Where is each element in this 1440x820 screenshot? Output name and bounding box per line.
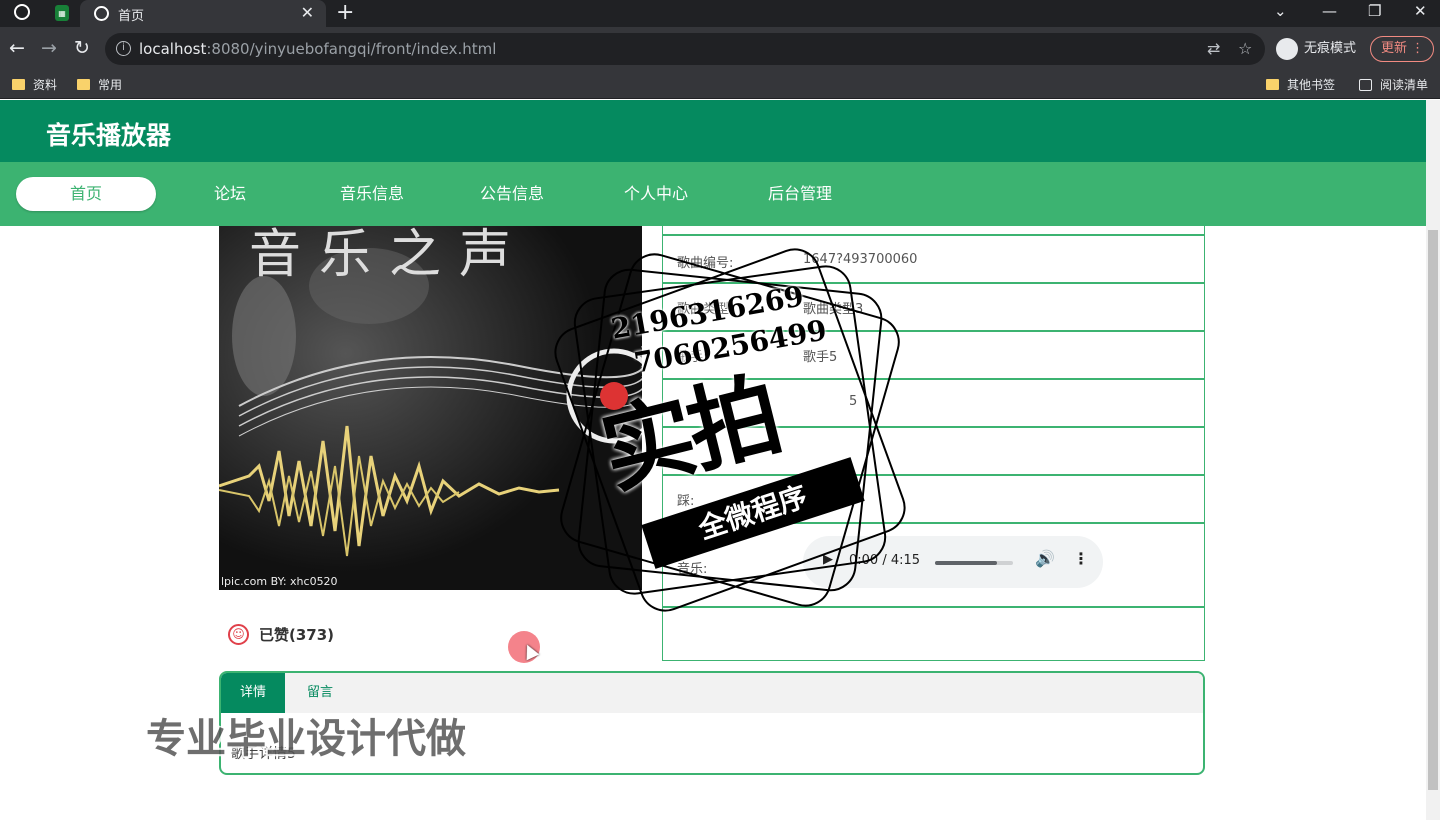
audio-player[interactable]: ▶ 0:00 / 4:15 🔊 ⋮ — [803, 536, 1103, 588]
folder-icon — [1266, 79, 1279, 90]
browser-toolbar: ← → ↻ i localhost:8080/yinyuebofangqi/fr… — [0, 27, 1440, 71]
detail-label: 歌曲编号: — [677, 256, 734, 271]
volume-icon[interactable]: 🔊 — [1035, 549, 1055, 568]
globe-icon[interactable] — [14, 4, 30, 20]
reading-list-icon — [1359, 78, 1372, 91]
minimize-button[interactable]: — — [1322, 2, 1337, 20]
folder-icon — [12, 79, 25, 90]
incognito-icon — [1276, 37, 1298, 60]
star-icon[interactable]: ☆ — [1238, 39, 1252, 58]
scrollbar-thumb[interactable] — [1428, 230, 1438, 790]
audio-time: 0:00 / 4:15 — [849, 553, 921, 568]
close-icon[interactable]: ✕ — [301, 3, 314, 22]
song-cover-image: 音乐之声 lpic.com BY: xhc0520 — [219, 226, 642, 590]
volume-fill — [935, 561, 998, 565]
like-count: 已赞(373) — [259, 626, 335, 644]
browser-tab[interactable]: 首页 ✕ — [80, 0, 326, 27]
forward-button[interactable]: → — [41, 37, 57, 59]
detail-value: 歌曲类型3 — [803, 302, 864, 317]
bookmark-folder[interactable]: 常用 — [77, 76, 122, 93]
incognito-indicator[interactable]: 无痕模式 — [1276, 37, 1356, 60]
bookmarks-bar: 资料 常用 其他书签 阅读清单 — [0, 71, 1440, 99]
detail-value: 1647?493700060 — [803, 252, 918, 267]
nav-forum[interactable]: 论坛 — [190, 177, 270, 211]
volume-slider[interactable] — [935, 561, 1013, 565]
nav-personal-center[interactable]: 个人中心 — [611, 177, 701, 211]
smiley-icon: ☺ — [228, 624, 249, 645]
page-scrollbar[interactable] — [1426, 100, 1440, 820]
site-title: 音乐播放器 — [46, 121, 172, 150]
sheets-icon[interactable]: ▦ — [55, 5, 69, 21]
bookmark-folder[interactable]: 资料 — [12, 76, 57, 93]
back-button[interactable]: ← — [9, 37, 25, 59]
new-tab-button[interactable]: + — [336, 1, 354, 25]
nav-home[interactable]: 首页 — [16, 177, 156, 211]
detail-label: 音乐: — [677, 562, 708, 577]
info-icon[interactable]: i — [116, 41, 131, 56]
reading-list[interactable]: 阅读清单 — [1359, 76, 1428, 93]
globe-icon — [94, 6, 109, 21]
nav-music-info[interactable]: 音乐信息 — [327, 177, 417, 211]
play-icon[interactable]: ▶ — [823, 552, 833, 567]
nav-announcements[interactable]: 公告信息 — [467, 177, 557, 211]
url-text: localhost:8080/yinyuebofangqi/front/inde… — [139, 40, 497, 58]
like-button[interactable]: ☺ 已赞(373) — [228, 624, 334, 645]
restore-button[interactable]: ❐ — [1368, 2, 1381, 20]
watermark-bottom-text: 专业毕业设计代做 — [146, 716, 466, 762]
cover-credit: lpic.com BY: xhc0520 — [221, 575, 338, 588]
chevron-down-icon[interactable]: ⌄ — [1274, 2, 1287, 20]
tab-title: 首页 — [118, 9, 145, 24]
site-header: 音乐播放器 — [0, 100, 1426, 162]
browser-tab-strip: ▦ 首页 ✕ + ⌄ — ❐ ✕ — [0, 0, 1440, 27]
cover-headline: 音乐之声 — [249, 226, 530, 285]
other-bookmarks[interactable]: 其他书签 — [1266, 76, 1335, 93]
address-bar[interactable]: i localhost:8080/yinyuebofangqi/front/in… — [105, 33, 1265, 65]
reload-button[interactable]: ↻ — [74, 37, 90, 59]
translate-icon[interactable]: ⇄ — [1207, 39, 1220, 58]
main-nav: 首页 论坛 音乐信息 公告信息 个人中心 后台管理 — [0, 162, 1426, 226]
nav-admin[interactable]: 后台管理 — [755, 177, 845, 211]
close-window-button[interactable]: ✕ — [1414, 2, 1427, 20]
update-button[interactable]: 更新 ⋮ — [1370, 36, 1434, 62]
folder-icon — [77, 79, 90, 90]
more-options-icon[interactable]: ⋮ — [1073, 549, 1089, 568]
detail-row: 歌曲编号: 1647?493700060 — [663, 234, 1204, 282]
detail-value: 5 — [849, 394, 858, 409]
